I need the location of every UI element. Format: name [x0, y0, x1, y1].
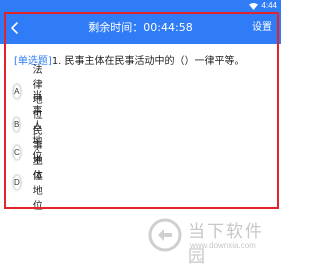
remaining-time: 剩余时间：00:44:58	[88, 21, 193, 34]
option-letter: C	[13, 144, 21, 160]
watermark-logo-icon	[148, 218, 182, 252]
status-time: 4:44	[261, 1, 277, 10]
option-letter: A	[13, 83, 21, 99]
option-letter: D	[13, 174, 21, 190]
wifi-icon	[249, 2, 259, 10]
option-label: 主体地位	[32, 156, 43, 212]
status-bar: 4:44	[0, 0, 281, 12]
question-body: 1. 民事主体在民事活动中的（）一律平等。	[51, 56, 245, 67]
option-d[interactable]: D 主体地位	[13, 156, 50, 212]
status-right: 4:44	[249, 0, 277, 12]
watermark-url: www.downxia.com	[190, 241, 256, 250]
title-bar: 剩余时间：00:44:58 设置	[0, 12, 281, 44]
settings-button[interactable]: 设置	[252, 12, 272, 44]
option-letter: B	[13, 116, 21, 132]
question-text: [单选题]1. 民事主体在民事活动中的（）一律平等。	[14, 55, 274, 68]
watermark: 当下软件园 www.downxia.com	[148, 214, 278, 264]
